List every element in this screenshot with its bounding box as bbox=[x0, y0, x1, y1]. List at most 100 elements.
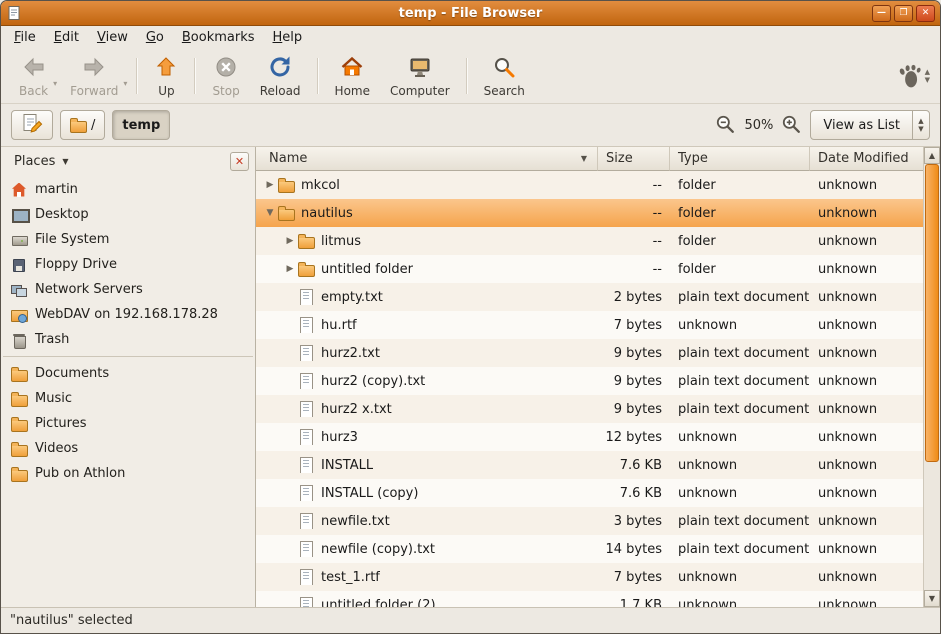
file-row-untitled-folder[interactable]: ▶ untitled folder -- folder unknown bbox=[256, 255, 923, 283]
toolbar-overflow-arrows[interactable]: ▲▼ bbox=[923, 68, 932, 84]
sidebar-item-network-servers[interactable]: Network Servers bbox=[1, 277, 255, 302]
file-date-modified: unknown bbox=[810, 430, 923, 445]
file-row-test-1-rtf[interactable]: test_1.rtf 7 bytes unknown unknown bbox=[256, 563, 923, 591]
path-button-temp[interactable]: temp bbox=[112, 110, 170, 140]
expander-icon[interactable]: ▶ bbox=[282, 236, 298, 246]
column-header-size[interactable]: Size bbox=[598, 147, 670, 171]
file-row-hu-rtf[interactable]: hu.rtf 7 bytes unknown unknown bbox=[256, 311, 923, 339]
zoom-in-button[interactable] bbox=[781, 114, 803, 136]
file-row-empty-txt[interactable]: empty.txt 2 bytes plain text document un… bbox=[256, 283, 923, 311]
file-row-hurz2-x-txt[interactable]: hurz2 x.txt 9 bytes plain text document … bbox=[256, 395, 923, 423]
file-row-hurz3[interactable]: hurz3 12 bytes unknown unknown bbox=[256, 423, 923, 451]
sidebar-item-webdav-on-192-168-178-28[interactable]: WebDAV on 192.168.178.28 bbox=[1, 302, 255, 327]
file-date-modified: unknown bbox=[810, 262, 923, 277]
folder-icon bbox=[298, 261, 314, 277]
gnome-foot-icon[interactable] bbox=[897, 63, 923, 89]
column-header-date-modified[interactable]: Date Modified bbox=[810, 147, 923, 171]
file-row-nautilus[interactable]: ▼ nautilus -- folder unknown bbox=[256, 199, 923, 227]
sort-indicator-icon: ▼ bbox=[581, 154, 587, 163]
sidebar-header: Places ▼ ✕ bbox=[1, 147, 255, 175]
places-sidebar: Places ▼ ✕ martin Desktop File System Fl… bbox=[1, 147, 256, 607]
file-name: hurz3 bbox=[321, 430, 358, 445]
sidebar-item-floppy-drive[interactable]: Floppy Drive bbox=[1, 252, 255, 277]
folder-icon bbox=[11, 416, 27, 432]
statusbar: "nautilus" selected bbox=[1, 607, 940, 633]
places-dropdown[interactable]: Places ▼ bbox=[5, 151, 78, 172]
edit-location-button[interactable] bbox=[11, 110, 53, 140]
expander-icon[interactable]: ▼ bbox=[262, 208, 278, 218]
file-rows: ▶ mkcol -- folder unknown ▼ nautilus -- … bbox=[256, 171, 923, 607]
close-button[interactable]: ✕ bbox=[916, 5, 935, 22]
computer-button[interactable]: Computer bbox=[380, 51, 460, 101]
menu-go[interactable]: Go bbox=[137, 27, 173, 48]
menu-edit[interactable]: Edit bbox=[45, 27, 88, 48]
file-size: 2 bytes bbox=[598, 290, 670, 305]
stop-button[interactable]: Stop bbox=[202, 51, 249, 101]
expander-icon[interactable]: ▶ bbox=[282, 264, 298, 274]
scrollbar-thumb[interactable] bbox=[925, 164, 939, 462]
search-button[interactable]: Search bbox=[474, 51, 535, 101]
file-row-newfile-txt[interactable]: newfile.txt 3 bytes plain text document … bbox=[256, 507, 923, 535]
file-row-hurz2-copy-txt[interactable]: hurz2 (copy).txt 9 bytes plain text docu… bbox=[256, 367, 923, 395]
view-mode-stepper-icon[interactable]: ▲▼ bbox=[912, 111, 929, 139]
sidebar-item-file-system[interactable]: File System bbox=[1, 227, 255, 252]
main-area: Places ▼ ✕ martin Desktop File System Fl… bbox=[1, 147, 940, 607]
minimize-button[interactable]: — bbox=[872, 5, 891, 22]
file-row-install[interactable]: INSTALL 7.6 KB unknown unknown bbox=[256, 451, 923, 479]
sidebar-item-videos[interactable]: Videos bbox=[1, 436, 255, 461]
file-date-modified: unknown bbox=[810, 318, 923, 333]
folder-icon bbox=[278, 177, 294, 193]
sidebar-item-desktop[interactable]: Desktop bbox=[1, 202, 255, 227]
zoom-out-button[interactable] bbox=[715, 114, 737, 136]
file-size: 7.6 KB bbox=[598, 458, 670, 473]
file-type: unknown bbox=[670, 486, 810, 501]
sidebar-item-pictures[interactable]: Pictures bbox=[1, 411, 255, 436]
sidebar-item-pub-on-athlon[interactable]: Pub on Athlon bbox=[1, 461, 255, 486]
forward-button[interactable]: Forward bbox=[60, 51, 128, 101]
file-icon bbox=[298, 569, 314, 585]
sidebar-item-music[interactable]: Music bbox=[1, 386, 255, 411]
file-type: unknown bbox=[670, 318, 810, 333]
sidebar-item-trash[interactable]: Trash bbox=[1, 327, 255, 352]
file-row-newfile-copy-txt[interactable]: newfile (copy).txt 14 bytes plain text d… bbox=[256, 535, 923, 563]
status-text: "nautilus" selected bbox=[10, 613, 133, 628]
view-mode-select[interactable]: View as List ▲▼ bbox=[810, 110, 930, 140]
sidebar-item-martin[interactable]: martin bbox=[1, 177, 255, 202]
maximize-button[interactable]: ❐ bbox=[894, 5, 913, 22]
menu-view[interactable]: View bbox=[88, 27, 137, 48]
trash-icon bbox=[11, 332, 27, 348]
path-button-root[interactable]: / bbox=[60, 110, 105, 140]
scroll-down-icon[interactable]: ▼ bbox=[924, 590, 940, 607]
expander-icon[interactable]: ▶ bbox=[262, 180, 278, 190]
file-row-install-copy[interactable]: INSTALL (copy) 7.6 KB unknown unknown bbox=[256, 479, 923, 507]
file-date-modified: unknown bbox=[810, 374, 923, 389]
column-header-type[interactable]: Type bbox=[670, 147, 810, 171]
home-button[interactable]: Home bbox=[325, 51, 380, 101]
forward-history-dropdown[interactable]: ▾ bbox=[123, 65, 130, 88]
vertical-scrollbar[interactable]: ▲ ▼ bbox=[923, 147, 940, 607]
up-button[interactable]: Up bbox=[144, 51, 188, 101]
file-row-mkcol[interactable]: ▶ mkcol -- folder unknown bbox=[256, 171, 923, 199]
file-name: test_1.rtf bbox=[321, 570, 380, 585]
sidebar-item-documents[interactable]: Documents bbox=[1, 361, 255, 386]
file-icon bbox=[298, 485, 314, 501]
back-history-dropdown[interactable]: ▾ bbox=[53, 65, 60, 88]
reload-button[interactable]: Reload bbox=[250, 51, 311, 101]
menu-file[interactable]: File bbox=[5, 27, 45, 48]
menu-help[interactable]: Help bbox=[264, 27, 312, 48]
file-row-hurz2-txt[interactable]: hurz2.txt 9 bytes plain text document un… bbox=[256, 339, 923, 367]
sidebar-close-button[interactable]: ✕ bbox=[230, 152, 249, 171]
window-menu-icon[interactable] bbox=[6, 5, 22, 21]
file-row-litmus[interactable]: ▶ litmus -- folder unknown bbox=[256, 227, 923, 255]
column-header-name[interactable]: Name ▼ bbox=[256, 147, 598, 171]
scroll-up-icon[interactable]: ▲ bbox=[924, 147, 940, 164]
file-date-modified: unknown bbox=[810, 542, 923, 557]
file-row-untitled-folder-2[interactable]: untitled folder (2) 1.7 KB unknown unkno… bbox=[256, 591, 923, 607]
back-button[interactable]: Back bbox=[9, 51, 58, 101]
file-type: plain text document bbox=[670, 514, 810, 529]
menu-bookmarks[interactable]: Bookmarks bbox=[173, 27, 264, 48]
titlebar[interactable]: temp - File Browser — ❐ ✕ bbox=[1, 1, 940, 26]
scrollbar-track[interactable] bbox=[924, 164, 940, 590]
file-date-modified: unknown bbox=[810, 570, 923, 585]
file-type: folder bbox=[670, 262, 810, 277]
